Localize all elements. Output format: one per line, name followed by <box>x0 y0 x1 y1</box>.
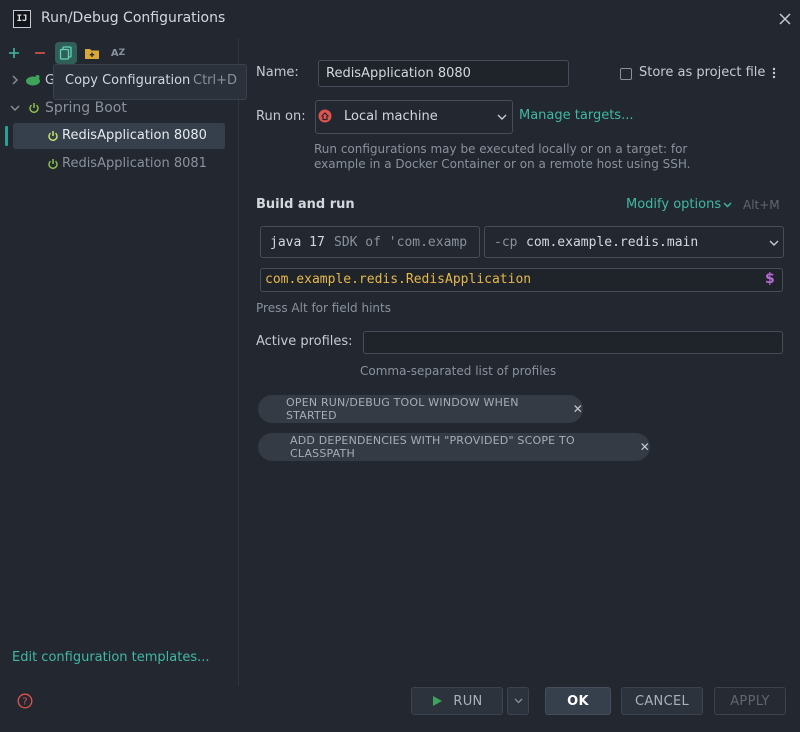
run-on-hint-line-2: example in a Docker Container or on a re… <box>314 157 691 171</box>
chevron-down-icon <box>496 112 508 122</box>
spring-boot-icon <box>46 129 60 143</box>
jdk-version: java 17 <box>270 235 325 250</box>
tooltip-label: Copy Configuration <box>65 73 191 88</box>
jdk-detail: SDK of 'com.examp <box>334 235 468 250</box>
spring-boot-icon <box>27 101 41 115</box>
run-options-dropdown[interactable] <box>507 687 529 715</box>
add-icon[interactable] <box>4 43 24 63</box>
option-chip-label: OPEN RUN/DEBUG TOOL WINDOW WHEN STARTED <box>286 396 519 422</box>
store-as-project-checkbox[interactable] <box>620 68 632 80</box>
cancel-button[interactable]: CANCEL <box>621 687 703 715</box>
play-icon <box>433 696 443 706</box>
apply-button[interactable]: APPLY <box>714 687 786 715</box>
chevron-right-icon[interactable] <box>9 73 21 87</box>
ok-button[interactable]: OK <box>545 687 611 715</box>
tree-spring-boot[interactable]: Spring Boot <box>45 100 127 116</box>
dollar-icon[interactable]: $ <box>765 271 775 287</box>
help-icon[interactable]: ? <box>17 693 33 709</box>
tooltip-shortcut: Ctrl+D <box>193 73 238 88</box>
run-on-label: Run on: <box>256 109 306 124</box>
sort-icon[interactable]: AZ <box>108 43 128 63</box>
chevron-down-icon <box>722 201 732 209</box>
chevron-down-icon[interactable] <box>9 101 21 115</box>
chevron-down-icon <box>768 238 780 248</box>
close-icon[interactable]: ✕ <box>640 440 650 454</box>
run-on-hint-line-1: Run configurations may be executed local… <box>314 142 688 156</box>
folder-icon[interactable] <box>82 43 102 63</box>
home-icon <box>318 109 332 123</box>
classpath-value: com.example.redis.main <box>526 235 699 250</box>
manage-targets-link[interactable]: Manage targets... <box>519 108 633 123</box>
active-profiles-label: Active profiles: <box>256 334 353 349</box>
run-button[interactable]: RUN <box>411 687 503 715</box>
selection-marker <box>5 126 8 146</box>
gradle-icon <box>25 72 41 88</box>
option-chip[interactable]: ADD DEPENDENCIES WITH "PROVIDED" SCOPE T… <box>258 433 650 461</box>
chevron-down-icon <box>514 698 522 704</box>
copy-icon[interactable] <box>55 42 77 64</box>
option-chip-label: ADD DEPENDENCIES WITH "PROVIDED" SCOPE T… <box>290 434 575 460</box>
run-button-label: RUN <box>453 693 483 709</box>
active-profiles-hint: Comma-separated list of profiles <box>360 364 557 378</box>
intellij-icon: IJ <box>13 10 31 28</box>
window-title: Run/Debug Configurations <box>41 10 226 26</box>
option-chip[interactable]: OPEN RUN/DEBUG TOOL WINDOW WHEN STARTED … <box>258 395 583 423</box>
spring-boot-icon <box>46 157 60 171</box>
modify-options-shortcut: Alt+M <box>743 198 780 212</box>
remove-icon[interactable] <box>30 43 50 63</box>
name-value: RedisApplication 8080 <box>326 66 471 81</box>
tree-item-label[interactable]: RedisApplication 8081 <box>62 156 207 171</box>
field-hint: Press Alt for field hints <box>256 301 391 315</box>
more-options-icon[interactable] <box>768 65 780 81</box>
run-on-value: Local machine <box>344 109 438 124</box>
close-icon[interactable] <box>776 10 794 28</box>
tree-item-label[interactable]: RedisApplication 8080 <box>62 128 207 143</box>
classpath-flag: -cp <box>494 235 518 250</box>
active-profiles-input[interactable] <box>363 331 783 354</box>
main-class-value: com.example.redis.RedisApplication <box>265 272 532 287</box>
edit-templates-link[interactable]: Edit configuration templates... <box>12 650 210 665</box>
name-label: Name: <box>256 65 299 80</box>
build-and-run-heading: Build and run <box>256 197 355 212</box>
close-icon[interactable]: ✕ <box>573 402 583 416</box>
svg-text:?: ? <box>22 697 27 708</box>
modify-options-link[interactable]: Modify options <box>626 197 721 212</box>
store-as-project-label[interactable]: Store as project file <box>639 65 765 80</box>
